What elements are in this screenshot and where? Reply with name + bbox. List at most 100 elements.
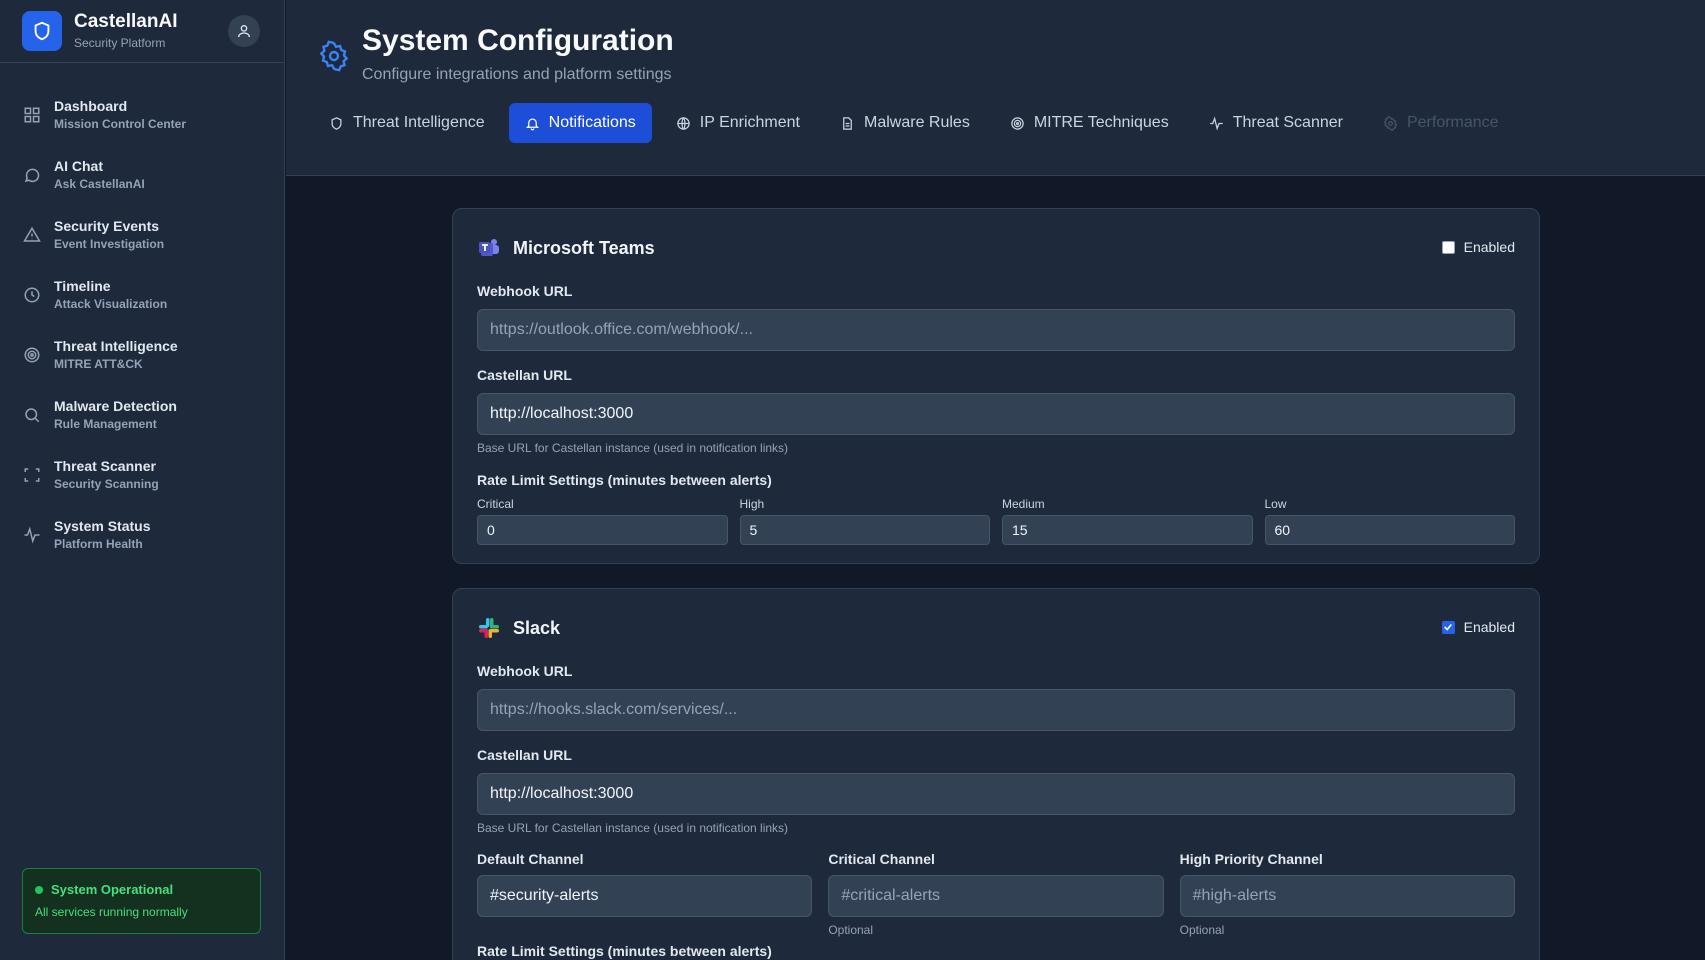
checkbox-checked[interactable] <box>1441 620 1455 634</box>
teams-webhook-input[interactable]: https://outlook.office.com/webhook/... <box>477 309 1515 351</box>
slack-webhook-input[interactable]: https://hooks.slack.com/services/... <box>477 689 1515 731</box>
sidebar-item-subtitle: Platform Health <box>54 537 143 551</box>
rate-medium-label: Medium <box>1002 497 1045 511</box>
scan-icon <box>22 465 42 485</box>
config-tabs: Threat Intelligence Notifications IP Enr… <box>313 103 1523 143</box>
tab-label: Threat Scanner <box>1232 114 1343 131</box>
slack-card: Slack Enabled Webhook URL https://hooks.… <box>452 588 1540 960</box>
tab-malware-rules[interactable]: Malware Rules <box>824 103 986 143</box>
tab-label: Notifications <box>548 114 636 131</box>
teams-enabled-toggle[interactable]: Enabled <box>1441 239 1515 255</box>
enabled-label: Enabled <box>1463 239 1515 255</box>
rate-limit-grid: Critical 0 High 5 Medium 15 Low 60 <box>477 497 1515 545</box>
shield-logo-icon <box>22 11 62 51</box>
user-icon[interactable] <box>228 15 260 47</box>
tab-notifications[interactable]: Notifications <box>508 103 652 143</box>
sidebar-item-timeline[interactable]: Timeline Attack Visualization <box>0 265 285 325</box>
default-channel-input[interactable]: #security-alerts <box>477 875 813 917</box>
tab-label: Malware Rules <box>864 114 970 131</box>
sidebar-item-system-status[interactable]: System Status Platform Health <box>0 505 285 565</box>
rate-limit-label: Rate Limit Settings (minutes between ale… <box>477 943 772 959</box>
page-subtitle: Configure integrations and platform sett… <box>362 66 672 83</box>
chat-icon <box>22 165 42 185</box>
sidebar-item-title: Malware Detection <box>54 398 177 414</box>
castellan-url-hint: Base URL for Castellan instance (used in… <box>477 441 789 455</box>
sidebar-item-subtitle: Security Scanning <box>54 477 159 491</box>
slack-castellan-url-input[interactable]: http://localhost:3000 <box>477 773 1515 815</box>
enabled-label: Enabled <box>1463 619 1515 635</box>
rate-high-input[interactable]: 5 <box>739 515 990 545</box>
pulse-icon <box>1209 115 1225 131</box>
warning-icon <box>22 225 42 245</box>
sidebar-item-title: Timeline <box>54 278 111 294</box>
sidebar-item-subtitle: Rule Management <box>54 417 157 431</box>
teams-castellan-url-input[interactable]: http://localhost:3000 <box>477 393 1515 435</box>
sidebar-item-subtitle: Event Investigation <box>54 237 165 251</box>
critical-channel-hint: Optional <box>828 923 874 937</box>
sidebar-nav: Dashboard Mission Control Center AI Chat A… <box>0 85 285 565</box>
tab-label: Performance <box>1406 114 1499 131</box>
rate-limit-label: Rate Limit Settings (minutes between ale… <box>477 472 772 488</box>
channel-grid: Default Channel #security-alerts Critica… <box>477 851 1515 937</box>
gear-icon <box>1383 115 1399 131</box>
tab-ip-enrichment[interactable]: IP Enrichment <box>660 103 816 143</box>
sidebar-item-subtitle: Ask CastellanAI <box>54 177 145 191</box>
sidebar: CastellanAI Security Platform Dashboard M… <box>0 0 285 960</box>
globe-icon <box>676 115 692 131</box>
sidebar-item-threat-intelligence[interactable]: Threat Intelligence MITRE ATT&CK <box>0 325 285 385</box>
default-channel-label: Default Channel <box>477 851 584 867</box>
castellan-url-hint: Base URL for Castellan instance (used in… <box>477 821 789 835</box>
rate-critical-input[interactable]: 0 <box>477 515 728 545</box>
status-subtitle: All services running normally <box>35 905 188 919</box>
tab-performance[interactable]: Performance <box>1367 103 1515 143</box>
sidebar-item-subtitle: MITRE ATT&CK <box>54 357 143 371</box>
rate-critical-label: Critical <box>477 497 514 511</box>
critical-channel-label: Critical Channel <box>828 851 935 867</box>
bell-icon <box>525 115 541 131</box>
teams-card: Microsoft Teams Enabled Webhook URL http… <box>452 208 1540 564</box>
rate-medium-input[interactable]: 15 <box>1002 515 1253 545</box>
tab-threat-intelligence[interactable]: Threat Intelligence <box>313 103 501 143</box>
sidebar-item-security-events[interactable]: Security Events Event Investigation <box>0 205 285 265</box>
sidebar-item-malware-detection[interactable]: Malware Detection Rule Management <box>0 385 285 445</box>
gear-icon <box>318 40 350 72</box>
sidebar-item-title: Dashboard <box>54 98 128 114</box>
sidebar-item-ai-chat[interactable]: AI Chat Ask CastellanAI <box>0 145 285 205</box>
card-title: Microsoft Teams <box>513 237 655 258</box>
rate-low-input[interactable]: 60 <box>1264 515 1515 545</box>
critical-channel-input[interactable]: #critical-alerts <box>828 875 1164 917</box>
shield-icon <box>329 115 345 131</box>
checkbox[interactable] <box>1441 240 1455 254</box>
search-icon <box>22 405 42 425</box>
page-title: System Configuration <box>362 24 674 57</box>
sidebar-item-title: Threat Intelligence <box>54 338 178 354</box>
file-icon <box>840 115 856 131</box>
card-title: Slack <box>513 617 561 638</box>
tab-label: Threat Intelligence <box>353 114 485 131</box>
sidebar-item-title: System Status <box>54 518 151 534</box>
sidebar-item-subtitle: Attack Visualization <box>54 297 168 311</box>
sidebar-item-title: AI Chat <box>54 158 103 174</box>
rate-high-label: High <box>739 497 765 511</box>
tab-mitre-techniques[interactable]: MITRE Techniques <box>994 103 1185 143</box>
sidebar-item-subtitle: Mission Control Center <box>54 117 187 131</box>
sidebar-item-dashboard[interactable]: Dashboard Mission Control Center <box>0 85 285 145</box>
sidebar-item-title: Security Events <box>54 218 160 234</box>
brand-name: CastellanAI <box>74 11 178 32</box>
castellan-url-label: Castellan URL <box>477 367 572 383</box>
tab-threat-scanner[interactable]: Threat Scanner <box>1193 103 1359 143</box>
brand-header: CastellanAI Security Platform <box>0 0 284 63</box>
tab-label: IP Enrichment <box>699 114 800 131</box>
slack-enabled-toggle[interactable]: Enabled <box>1441 619 1515 635</box>
sidebar-item-threat-scanner[interactable]: Threat Scanner Security Scanning <box>0 445 285 505</box>
grid-icon <box>22 105 42 125</box>
status-dot-icon <box>35 885 43 894</box>
rate-low-label: Low <box>1264 497 1287 511</box>
castellan-url-label: Castellan URL <box>477 747 572 763</box>
high-channel-input[interactable]: #high-alerts <box>1179 875 1515 917</box>
high-channel-hint: Optional <box>1179 923 1225 937</box>
clock-icon <box>22 285 42 305</box>
status-title: System Operational <box>51 882 174 897</box>
brand-subtitle: Security Platform <box>74 36 166 50</box>
sidebar-item-title: Threat Scanner <box>54 458 156 474</box>
